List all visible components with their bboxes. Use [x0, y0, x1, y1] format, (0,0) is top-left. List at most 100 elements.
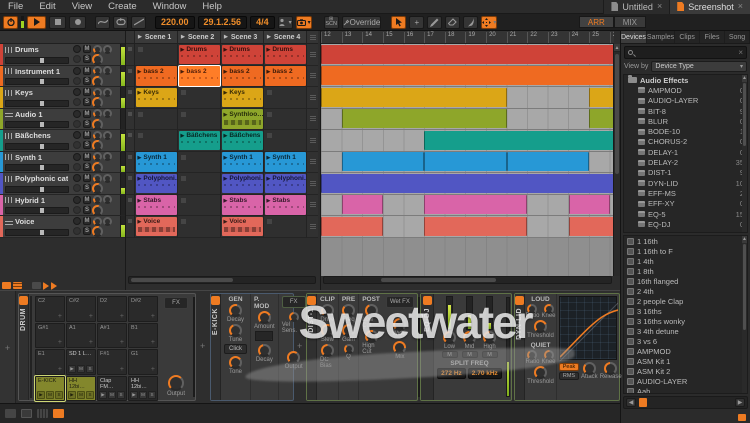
track-row[interactable]: Bäßchens MS	[0, 130, 125, 152]
scene-play-icon[interactable]: ▶	[224, 34, 228, 40]
amount-knob[interactable]	[258, 311, 271, 324]
clip-slot[interactable]: ▶Stabs	[135, 195, 178, 217]
monitor-button[interactable]	[73, 206, 81, 214]
device-list-item[interactable]: EQ-DJ0	[624, 219, 747, 229]
clip-play-icon[interactable]: ▶	[224, 219, 228, 225]
monitor-button[interactable]	[73, 77, 81, 85]
preset-list-item[interactable]: AMPMOD	[624, 346, 747, 356]
preset-list-item[interactable]: 1 8th	[624, 266, 747, 276]
clear-search-icon[interactable]: ×	[738, 48, 743, 57]
level-knob[interactable]	[92, 162, 103, 173]
add-sample-icon[interactable]: +	[151, 313, 155, 320]
width-knob[interactable]	[393, 318, 406, 331]
mix-view-button[interactable]: MIX	[614, 16, 646, 28]
drum-pad-empty[interactable]: A#1+	[97, 323, 127, 349]
launcher-hscrollbar[interactable]	[128, 276, 316, 284]
knife-tool-button[interactable]	[463, 16, 478, 29]
rms-button[interactable]: RMS	[559, 372, 579, 380]
menu-edit[interactable]: Edit	[31, 0, 63, 14]
drum-pad-empty[interactable]: C#2+	[66, 296, 96, 322]
clip-play-icon[interactable]: ▶	[224, 112, 228, 118]
clip-play-icon[interactable]: ▶	[224, 155, 228, 161]
track-name[interactable]: Audio 1	[15, 110, 43, 119]
groove-button[interactable]: ▾	[278, 16, 293, 29]
track-volume-slider[interactable]	[5, 78, 69, 85]
device-power-button[interactable]	[19, 296, 28, 305]
launcher-clip[interactable]: ▶Voice	[136, 217, 177, 237]
solo-button[interactable]: S	[83, 184, 91, 192]
pan-knob[interactable]	[93, 66, 102, 75]
launcher-clip[interactable]: ▶Polyphoni…	[222, 174, 263, 194]
arranger-clip[interactable]	[321, 45, 614, 64]
scene-options-header[interactable]	[307, 31, 318, 44]
gain-knob[interactable]	[342, 324, 355, 337]
mute-button[interactable]: M	[83, 88, 91, 96]
empty-clip-slot[interactable]	[264, 87, 307, 109]
play-button[interactable]	[27, 16, 46, 29]
launcher-clip[interactable]: ▶Polyphoni…	[265, 174, 306, 194]
mid-gain-knob[interactable]	[463, 331, 476, 344]
arranger-vscrollbar[interactable]: ▲	[613, 44, 620, 276]
device-list-item[interactable]: BLUR0	[624, 116, 747, 126]
arranger-clip[interactable]	[424, 131, 614, 150]
launcher-clip[interactable]: ▶bass 2	[265, 66, 306, 86]
arm-record-button[interactable]	[73, 67, 81, 75]
empty-clip-slot[interactable]	[135, 109, 178, 131]
solo-button[interactable]: S	[83, 141, 91, 149]
launcher-clip[interactable]: ▶Drums	[222, 45, 263, 65]
track-name[interactable]: Hybrid 1	[15, 196, 45, 205]
mute-button[interactable]: M	[83, 67, 91, 75]
pan-knob[interactable]	[93, 131, 102, 140]
scene-header-3[interactable]: ▶Scene 3	[221, 31, 264, 44]
track-name[interactable]: Bäßchens	[15, 131, 51, 140]
empty-clip-slot[interactable]	[178, 173, 221, 195]
clip-slot[interactable]: ▶Polyphoni…	[221, 173, 264, 195]
track-volume-slider[interactable]	[5, 121, 69, 128]
row-options-cell[interactable]	[307, 109, 318, 131]
preset-list-item[interactable]: 3 16ths wonky	[624, 316, 747, 326]
split-high-display[interactable]: 2.70 kHz	[468, 368, 502, 379]
track-name[interactable]: Drums	[15, 45, 39, 54]
arrange-view-button[interactable]: ARR	[579, 16, 614, 28]
folder-row[interactable]: Audio Effects	[624, 75, 747, 85]
arranger-clip[interactable]	[424, 217, 527, 236]
level-knob[interactable]	[92, 97, 103, 108]
scene-play-icon[interactable]: ▶	[181, 34, 185, 40]
scene-play-icon[interactable]: ▶	[138, 34, 142, 40]
stop-button[interactable]	[49, 16, 66, 29]
drum-pad-empty[interactable]: F#1+	[97, 349, 127, 375]
clip-slot[interactable]: ▶bass 2	[178, 66, 221, 88]
clip-play-icon[interactable]: ▶	[224, 69, 228, 75]
solo-button[interactable]: S	[83, 98, 91, 106]
ekick-output-knob[interactable]	[287, 351, 300, 364]
pan-knob[interactable]	[93, 88, 102, 97]
preset-list-item[interactable]: ASM Kit 1	[624, 356, 747, 366]
position-display[interactable]: 29.1.2.56	[198, 16, 248, 29]
clip-play-icon[interactable]: ▶	[138, 69, 142, 75]
time-signature-display[interactable]: 4/4	[250, 16, 275, 29]
arranger-track-lane[interactable]	[321, 216, 614, 238]
pager-next-button[interactable]: ▶	[735, 398, 745, 407]
arranger-clip[interactable]	[321, 88, 507, 107]
monitor-button[interactable]	[73, 184, 81, 192]
pencil-tool-button[interactable]	[427, 16, 442, 29]
pan-knob[interactable]	[93, 45, 102, 54]
solo-button[interactable]: S	[83, 55, 91, 63]
clip-stop-button[interactable]	[126, 173, 135, 195]
clip-slot[interactable]: ▶Polyphoni…	[135, 173, 178, 195]
high-mute-button[interactable]: M	[482, 351, 498, 358]
drum-fx-slot[interactable]: FX	[164, 297, 188, 309]
list-view-icon[interactable]	[13, 282, 22, 289]
device-power-button[interactable]	[515, 296, 524, 305]
add-sample-icon[interactable]: +	[58, 339, 62, 346]
clip-slot[interactable]: ▶Polyphoni…	[264, 173, 307, 195]
ekick-fx-slot[interactable]: FX	[282, 296, 306, 308]
decay-knob[interactable]	[229, 304, 242, 317]
send-knob[interactable]	[103, 195, 112, 204]
mute-button[interactable]: M	[83, 131, 91, 139]
arranger-track-lane[interactable]	[321, 173, 614, 195]
grid-view-icon[interactable]	[2, 282, 11, 289]
clip-slot[interactable]: ▶Voice	[221, 216, 264, 238]
drum-pad-empty[interactable]: D#2+	[128, 296, 158, 322]
arranger-clip[interactable]	[342, 152, 425, 171]
